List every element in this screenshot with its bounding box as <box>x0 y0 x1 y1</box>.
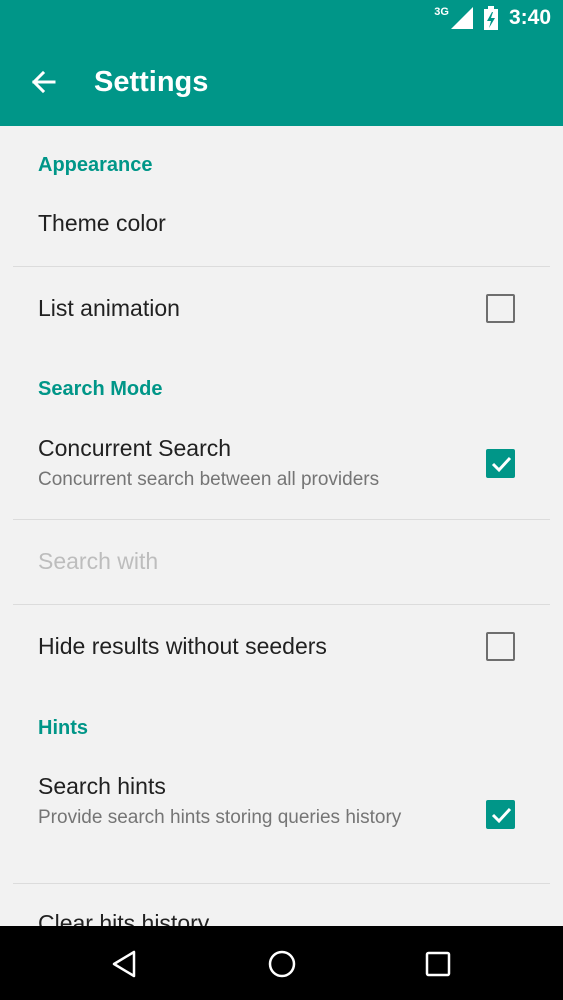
nav-back-button[interactable] <box>106 944 146 984</box>
category-search-mode: Search Mode <box>38 378 163 400</box>
network-type: 3G <box>434 6 449 18</box>
concurrent-search-checkbox[interactable] <box>486 449 515 478</box>
list-animation-checkbox[interactable] <box>486 294 515 323</box>
app-toolbar: Settings <box>0 40 563 126</box>
nav-back-icon <box>112 950 136 978</box>
category-appearance: Appearance <box>38 154 153 176</box>
nav-recents-icon <box>425 951 451 977</box>
nav-home-button[interactable] <box>262 944 302 984</box>
pref-summary: Provide search hints storing queries his… <box>38 807 402 828</box>
checkbox-check-icon <box>491 456 512 473</box>
pref-summary: Concurrent search between all providers <box>38 469 380 490</box>
hide-no-seeders-checkbox[interactable] <box>486 632 515 661</box>
pref-title: Clear hits history <box>38 910 210 926</box>
pref-concurrent-search[interactable]: Concurrent Search Concurrent search betw… <box>0 421 563 519</box>
back-button[interactable] <box>26 64 62 100</box>
pref-title: Search hints <box>38 773 166 799</box>
pref-theme-color[interactable]: Theme color <box>0 196 563 266</box>
pref-title: Concurrent Search <box>38 435 232 461</box>
pref-title: Hide results without seeders <box>38 633 327 659</box>
pref-hide-no-seeders[interactable]: Hide results without seeders <box>0 605 563 689</box>
back-arrow-icon <box>31 70 56 94</box>
pref-list-animation[interactable]: List animation <box>0 267 563 351</box>
nav-home-icon <box>268 950 296 978</box>
pref-clear-hints-history[interactable]: Clear hits history <box>0 884 563 926</box>
clock: 3:40 <box>508 6 551 29</box>
pref-search-with: Search with <box>0 520 563 604</box>
status-bar: 3G 3:40 <box>0 0 563 40</box>
battery-icon <box>483 6 498 30</box>
signal-icon <box>450 7 473 29</box>
search-hints-checkbox[interactable] <box>486 800 515 829</box>
pref-title: Search with <box>38 548 159 574</box>
nav-recents-button[interactable] <box>418 944 458 984</box>
navigation-bar <box>0 926 563 1000</box>
settings-list[interactable]: Appearance Theme color List animation Se… <box>0 126 563 926</box>
pref-title: Theme color <box>38 210 166 236</box>
page-title: Settings <box>94 66 209 98</box>
checkbox-check-icon <box>491 807 512 824</box>
pref-search-hints[interactable]: Search hints Provide search hints storin… <box>0 759 563 883</box>
pref-title: List animation <box>38 295 180 321</box>
category-hints: Hints <box>38 717 88 739</box>
